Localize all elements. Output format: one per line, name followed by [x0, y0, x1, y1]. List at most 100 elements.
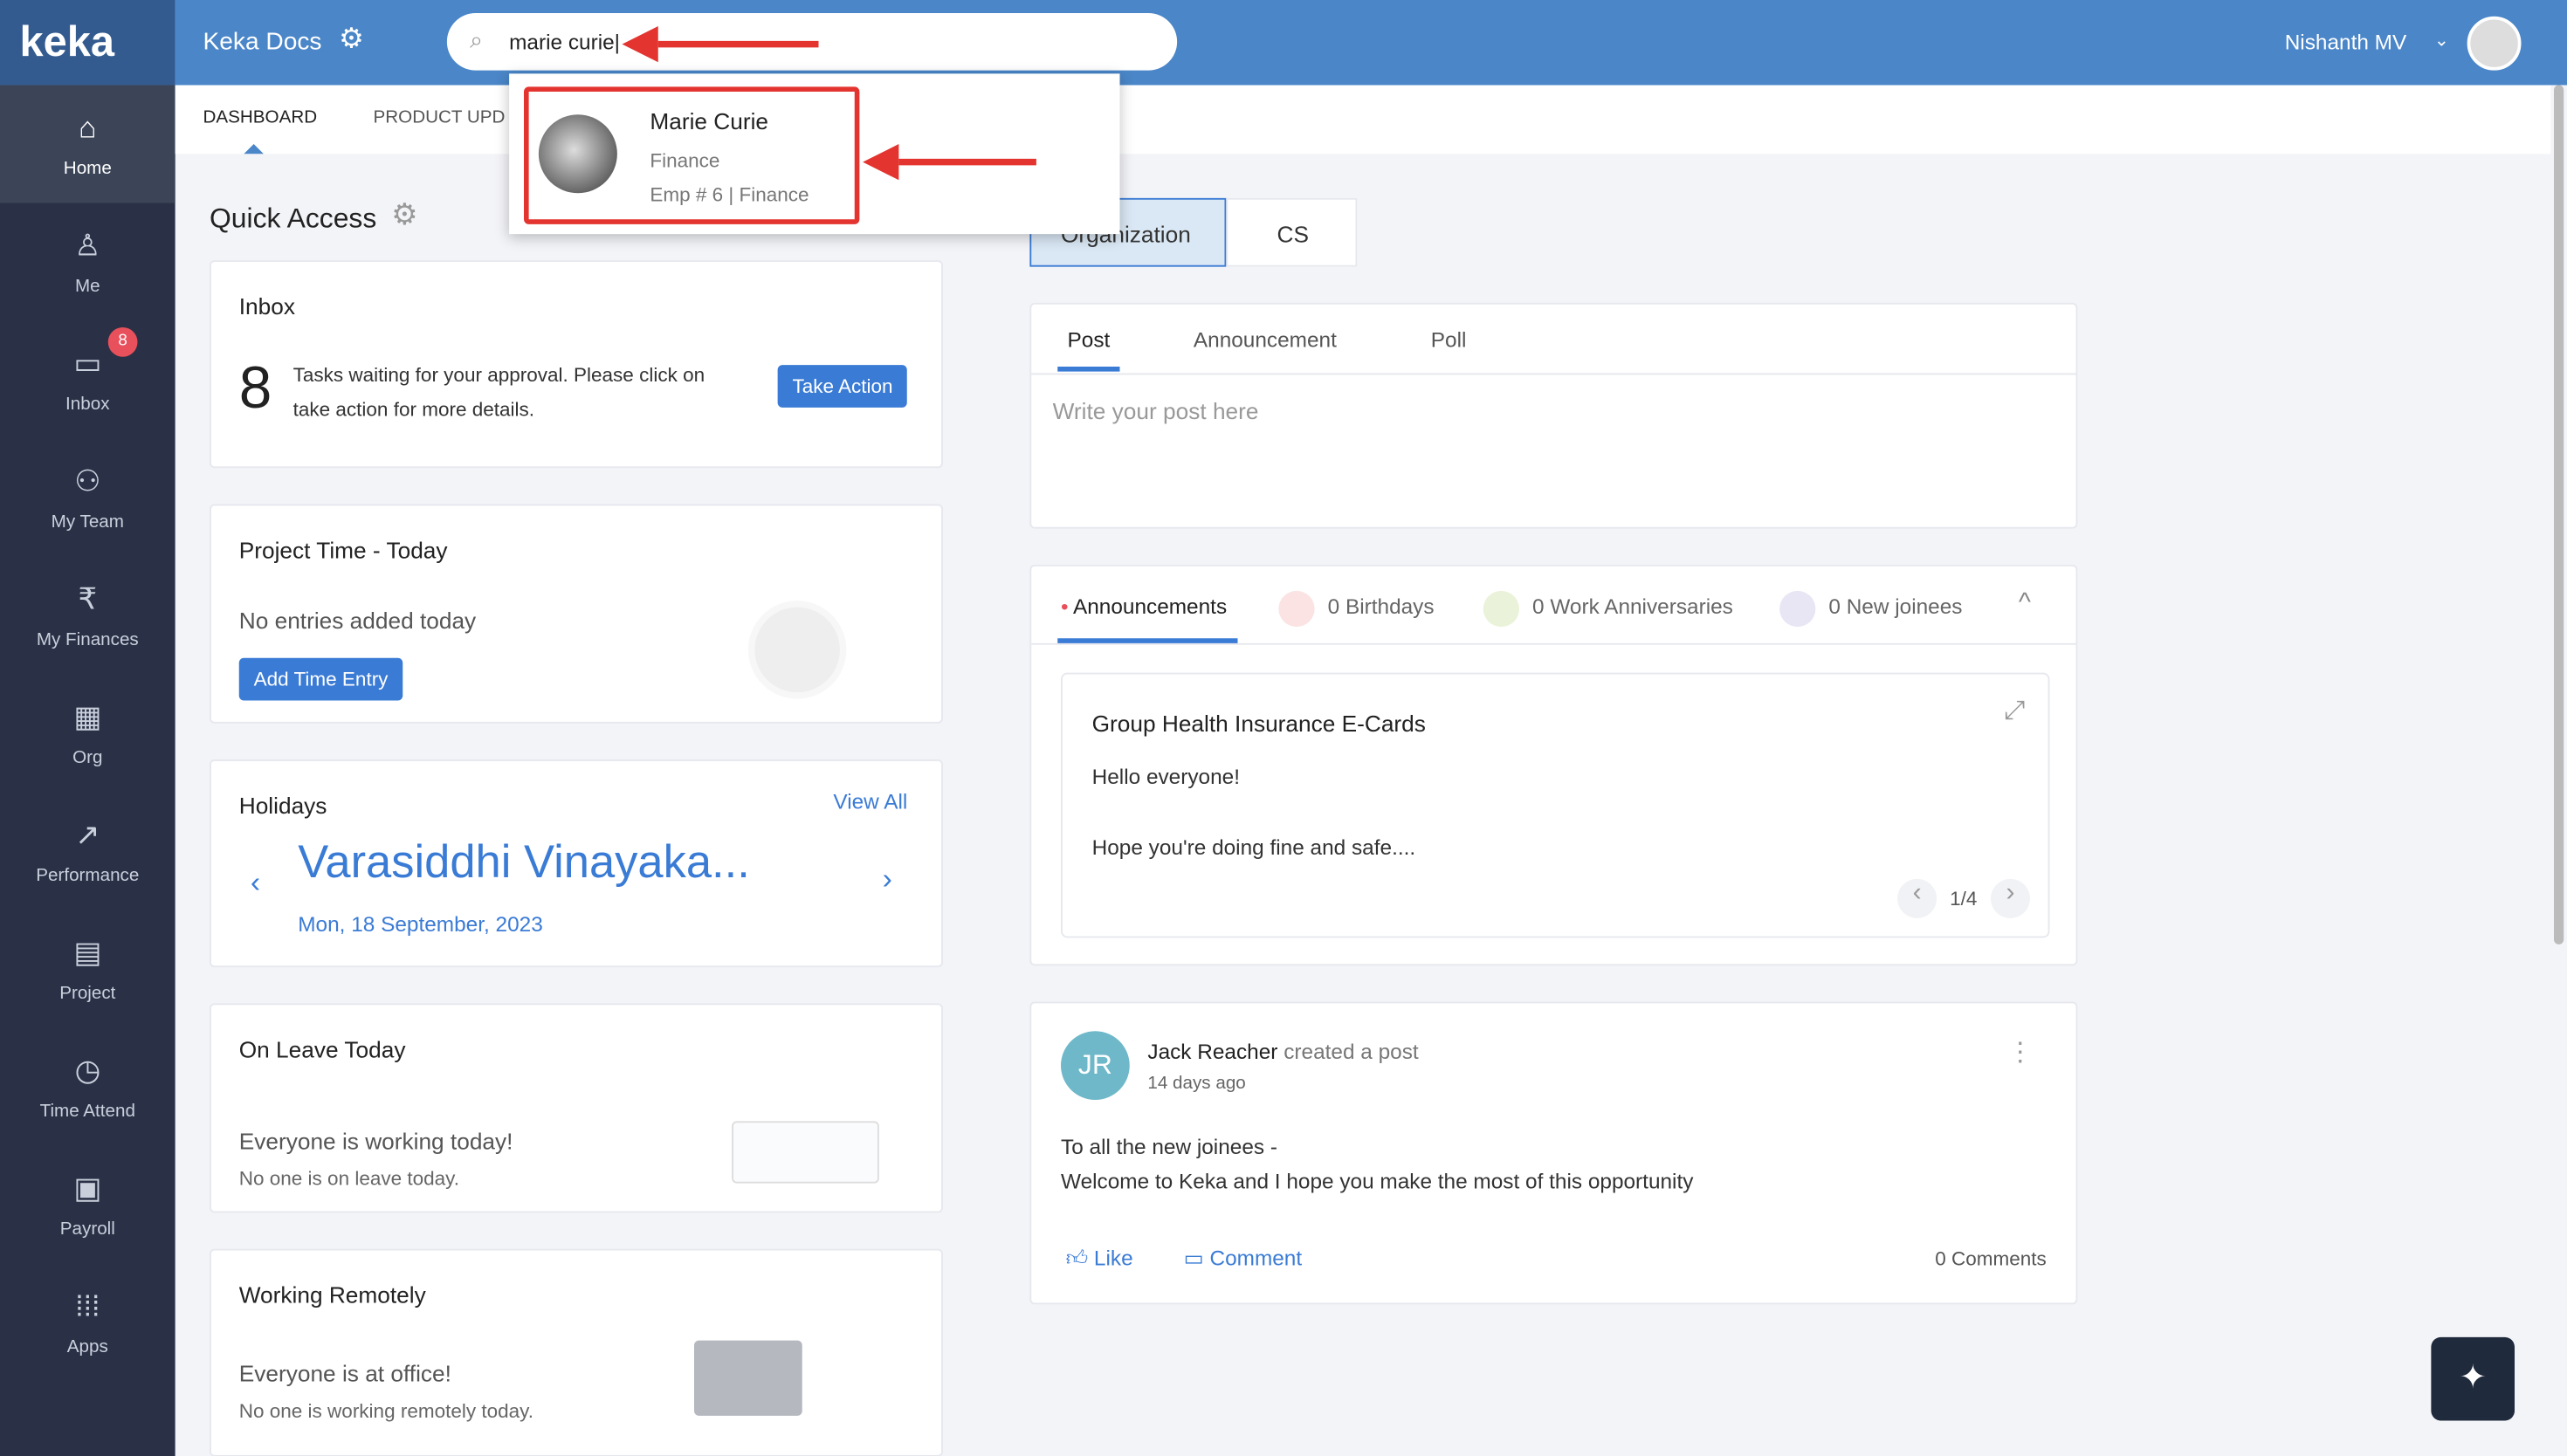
- tab-announcements[interactable]: Announcements: [1073, 594, 1227, 619]
- search-results-dropdown: Marie Curie Finance Emp # 6 | Finance: [509, 73, 1120, 235]
- announcement-text: Hello everyone!: [1091, 764, 1240, 789]
- feed-post: JR Jack Reacher created a post 14 days a…: [1029, 1001, 2078, 1305]
- sidebar-item-label: Inbox: [65, 393, 110, 414]
- card-title: Project Time - Today: [238, 537, 448, 563]
- sidebar-item-me[interactable]: ♙ Me: [0, 203, 175, 321]
- sidebar-item-my-finances[interactable]: ₹ My Finances: [0, 557, 175, 675]
- sidebar-item-performance[interactable]: ↗ Performance: [0, 793, 175, 910]
- gear-icon[interactable]: ⚙: [339, 23, 364, 56]
- sidebar-item-label: Apps: [66, 1336, 108, 1356]
- chart-icon: ↗: [75, 817, 100, 851]
- holiday-name: Varasiddhi Vinayaka...: [298, 836, 750, 888]
- result-department: Finance: [650, 148, 720, 172]
- tab-birthdays[interactable]: 0 Birthdays: [1328, 594, 1435, 619]
- comment-icon: ▭: [1183, 1245, 1204, 1270]
- rupee-icon: ₹: [78, 581, 98, 615]
- sidebar-item-inbox[interactable]: ▭ Inbox 8: [0, 321, 175, 439]
- chevron-up-icon[interactable]: ^: [2019, 589, 2031, 619]
- empty-subtext: No one is working remotely today.: [238, 1399, 533, 1423]
- tab-post[interactable]: Post: [1068, 327, 1111, 352]
- result-name[interactable]: Marie Curie: [650, 108, 768, 134]
- laptop-illustration-icon: [694, 1340, 802, 1416]
- gear-icon[interactable]: ⚙: [391, 198, 417, 232]
- payroll-icon: ▣: [73, 1171, 102, 1205]
- empty-text: Everyone is working today!: [238, 1127, 513, 1154]
- search-icon: ⌕: [470, 26, 483, 52]
- sidebar-item-label: Me: [74, 275, 100, 296]
- tab-product-updates[interactable]: PRODUCT UPD: [374, 108, 506, 128]
- chevron-left-icon[interactable]: ‹: [251, 866, 260, 900]
- chevron-right-icon[interactable]: ›: [1991, 878, 2030, 918]
- sidebar-item-project[interactable]: ▤ Project: [0, 910, 175, 1028]
- working-remotely-card: Working Remotely Everyone is at office! …: [210, 1248, 943, 1456]
- inbox-text: Tasks waiting for your approval. Please …: [292, 363, 705, 387]
- annotation-arrow: [622, 26, 819, 63]
- avatar[interactable]: JR: [1061, 1031, 1130, 1100]
- chevron-left-icon[interactable]: ‹: [1897, 878, 1937, 918]
- user-icon: ♙: [74, 228, 101, 262]
- avatar: [538, 114, 617, 194]
- tab-announcement[interactable]: Announcement: [1194, 327, 1337, 352]
- annotation-arrow: [863, 144, 1036, 181]
- inbox-text: take action for more details.: [292, 397, 535, 421]
- sidebar-item-label: My Team: [51, 511, 124, 532]
- tab-new-joinees[interactable]: 0 New joinees: [1828, 594, 1962, 619]
- like-button[interactable]: 👍︎ Like: [1066, 1246, 1133, 1272]
- sidebar-item-label: Performance: [36, 864, 140, 885]
- announcement-item[interactable]: Group Health Insurance E-Cards ⤢ Hello e…: [1061, 672, 2050, 938]
- sidebar-item-home[interactable]: ⌂ Home: [0, 85, 175, 203]
- sidebar-item-label: Time Attend: [39, 1100, 135, 1121]
- sidebar: keka ⌂ Home ♙ Me ▭ Inbox 8 ⚇ My Team ₹ My Finances…: [0, 0, 175, 1456]
- card-title: Inbox: [238, 292, 295, 319]
- card-title: Holidays: [238, 792, 327, 819]
- view-all-link[interactable]: View All: [833, 789, 907, 814]
- holidays-card: Holidays View All ‹ Varasiddhi Vinayaka.…: [210, 759, 943, 968]
- user-name[interactable]: Nishanth MV: [2285, 30, 2407, 54]
- header: Keka Docs ⚙ ⌕ marie curie| Nishanth MV ⌄: [175, 0, 2567, 86]
- sidebar-item-label: My Finances: [36, 628, 139, 649]
- sidebar-item-my-team[interactable]: ⚇ My Team: [0, 439, 175, 557]
- post-action: created a post: [1284, 1039, 1419, 1064]
- tab-poll[interactable]: Poll: [1431, 327, 1467, 352]
- thumbs-up-icon: 👍︎: [1065, 1245, 1089, 1270]
- clock-illustration-icon: [747, 601, 847, 699]
- tab-work-anniversaries[interactable]: 0 Work Anniversaries: [1532, 594, 1733, 619]
- holiday-date: Mon, 18 September, 2023: [298, 911, 543, 937]
- post-composer: Post Announcement Poll Write your post h…: [1029, 302, 2078, 529]
- brand-title[interactable]: Keka Docs: [203, 28, 322, 56]
- comment-label: Comment: [1209, 1245, 1303, 1270]
- sidebar-item-label: Org: [72, 746, 103, 767]
- clipboard-icon: ▤: [73, 935, 102, 969]
- chevron-right-icon[interactable]: ›: [883, 862, 892, 896]
- scrollbar[interactable]: [2554, 85, 2564, 944]
- chevron-down-icon[interactable]: ⌄: [2434, 30, 2449, 52]
- tab-cs[interactable]: CS: [1226, 197, 1358, 267]
- new-joinee-icon: [1779, 590, 1816, 628]
- tab-dashboard[interactable]: DASHBOARD: [203, 108, 318, 128]
- comments-count[interactable]: 0 Comments: [1935, 1247, 2047, 1270]
- comment-button[interactable]: ▭ Comment: [1184, 1246, 1303, 1272]
- sidebar-item-time-attend[interactable]: ◷ Time Attend: [0, 1028, 175, 1146]
- inbox-icon: ▭: [73, 346, 102, 380]
- sidebar-item-label: Home: [63, 157, 112, 178]
- expand-icon[interactable]: ⤢: [2004, 697, 2025, 727]
- avatar[interactable]: [2467, 16, 2522, 71]
- pager: 1/4: [1950, 887, 1978, 910]
- keka-logo[interactable]: keka: [0, 0, 175, 86]
- empty-text: Everyone is at office!: [238, 1360, 451, 1387]
- sidebar-item-payroll[interactable]: ▣ Payroll: [0, 1146, 175, 1264]
- post-input[interactable]: Write your post here: [1053, 398, 1259, 424]
- announcements-card: • Announcements 0 Birthdays 0 Work Anniv…: [1029, 564, 2078, 966]
- more-options-icon[interactable]: ⋮: [2007, 1036, 2034, 1069]
- sidebar-item-org[interactable]: ▦ Org: [0, 675, 175, 793]
- search-value: marie curie: [509, 29, 615, 54]
- add-time-entry-button[interactable]: Add Time Entry: [238, 657, 403, 701]
- sidebar-item-label: Payroll: [59, 1218, 115, 1239]
- sidebar-item-apps[interactable]: ⁞⁞⁞ Apps: [0, 1264, 175, 1382]
- sidebar-item-label: Project: [59, 982, 116, 1003]
- take-action-button[interactable]: Take Action: [777, 365, 908, 408]
- post-author[interactable]: Jack Reacher: [1147, 1040, 1277, 1064]
- empty-text: No entries added today: [238, 607, 477, 634]
- magic-wand-button[interactable]: ✦: [2431, 1336, 2515, 1421]
- checklist-illustration-icon: [732, 1121, 879, 1184]
